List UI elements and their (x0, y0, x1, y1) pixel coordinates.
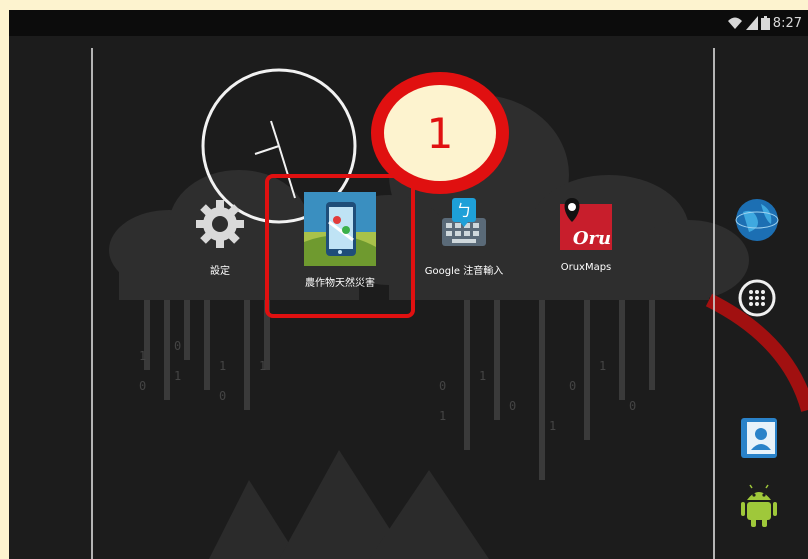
svg-text:1: 1 (549, 419, 556, 433)
app-drawer-icon[interactable] (737, 278, 777, 318)
svg-text:1: 1 (479, 369, 486, 383)
svg-text:1: 1 (259, 359, 266, 373)
svg-text:0: 0 (569, 379, 576, 393)
android-icon[interactable] (741, 484, 777, 528)
svg-text:0: 0 (629, 399, 636, 413)
svg-text:1: 1 (174, 369, 181, 383)
page-edge-left (91, 48, 93, 559)
svg-text:1: 1 (439, 409, 446, 423)
app-label: Google 注音輸入 (424, 266, 504, 277)
svg-text:Oru: Oru (573, 228, 611, 249)
svg-text:0: 0 (174, 339, 181, 353)
gear-icon (196, 200, 244, 248)
status-time: 8:27 (772, 15, 802, 31)
svg-text:1: 1 (599, 359, 606, 373)
highlight-box (265, 174, 415, 318)
svg-text:ㄅ: ㄅ (456, 201, 472, 220)
contacts-icon[interactable] (739, 416, 779, 460)
svg-text:1: 1 (219, 359, 226, 373)
keyboard-icon: ㄅ (442, 198, 486, 246)
app-oruxmaps[interactable]: Oru OruxMaps (531, 196, 641, 273)
app-label: OruxMaps (560, 262, 612, 273)
battery-icon (760, 16, 770, 30)
page-edge-right (713, 48, 715, 559)
svg-text:0: 0 (139, 379, 146, 393)
wifi-icon (727, 17, 742, 29)
home-screen: 1 0 0 1 1 0 1 0 1 1 0 1 0 1 0 8:27 設定 農作物天然災害 ㄅ… (9, 10, 808, 559)
step-number: 1 (384, 85, 496, 181)
app-label: 設定 (210, 266, 230, 277)
browser-globe-icon[interactable] (735, 198, 779, 242)
app-settings[interactable]: 設定 (165, 196, 275, 277)
status-bar: 8:27 (9, 10, 808, 36)
signal-icon (745, 16, 758, 30)
svg-text:0: 0 (219, 389, 226, 403)
app-google-zhuyin[interactable]: ㄅ Google 注音輸入 (409, 196, 519, 277)
svg-text:0: 0 (509, 399, 516, 413)
svg-text:1: 1 (139, 349, 146, 363)
oruxmaps-icon: Oru (560, 198, 612, 250)
svg-text:0: 0 (439, 379, 446, 393)
step-badge: 1 (371, 72, 509, 194)
